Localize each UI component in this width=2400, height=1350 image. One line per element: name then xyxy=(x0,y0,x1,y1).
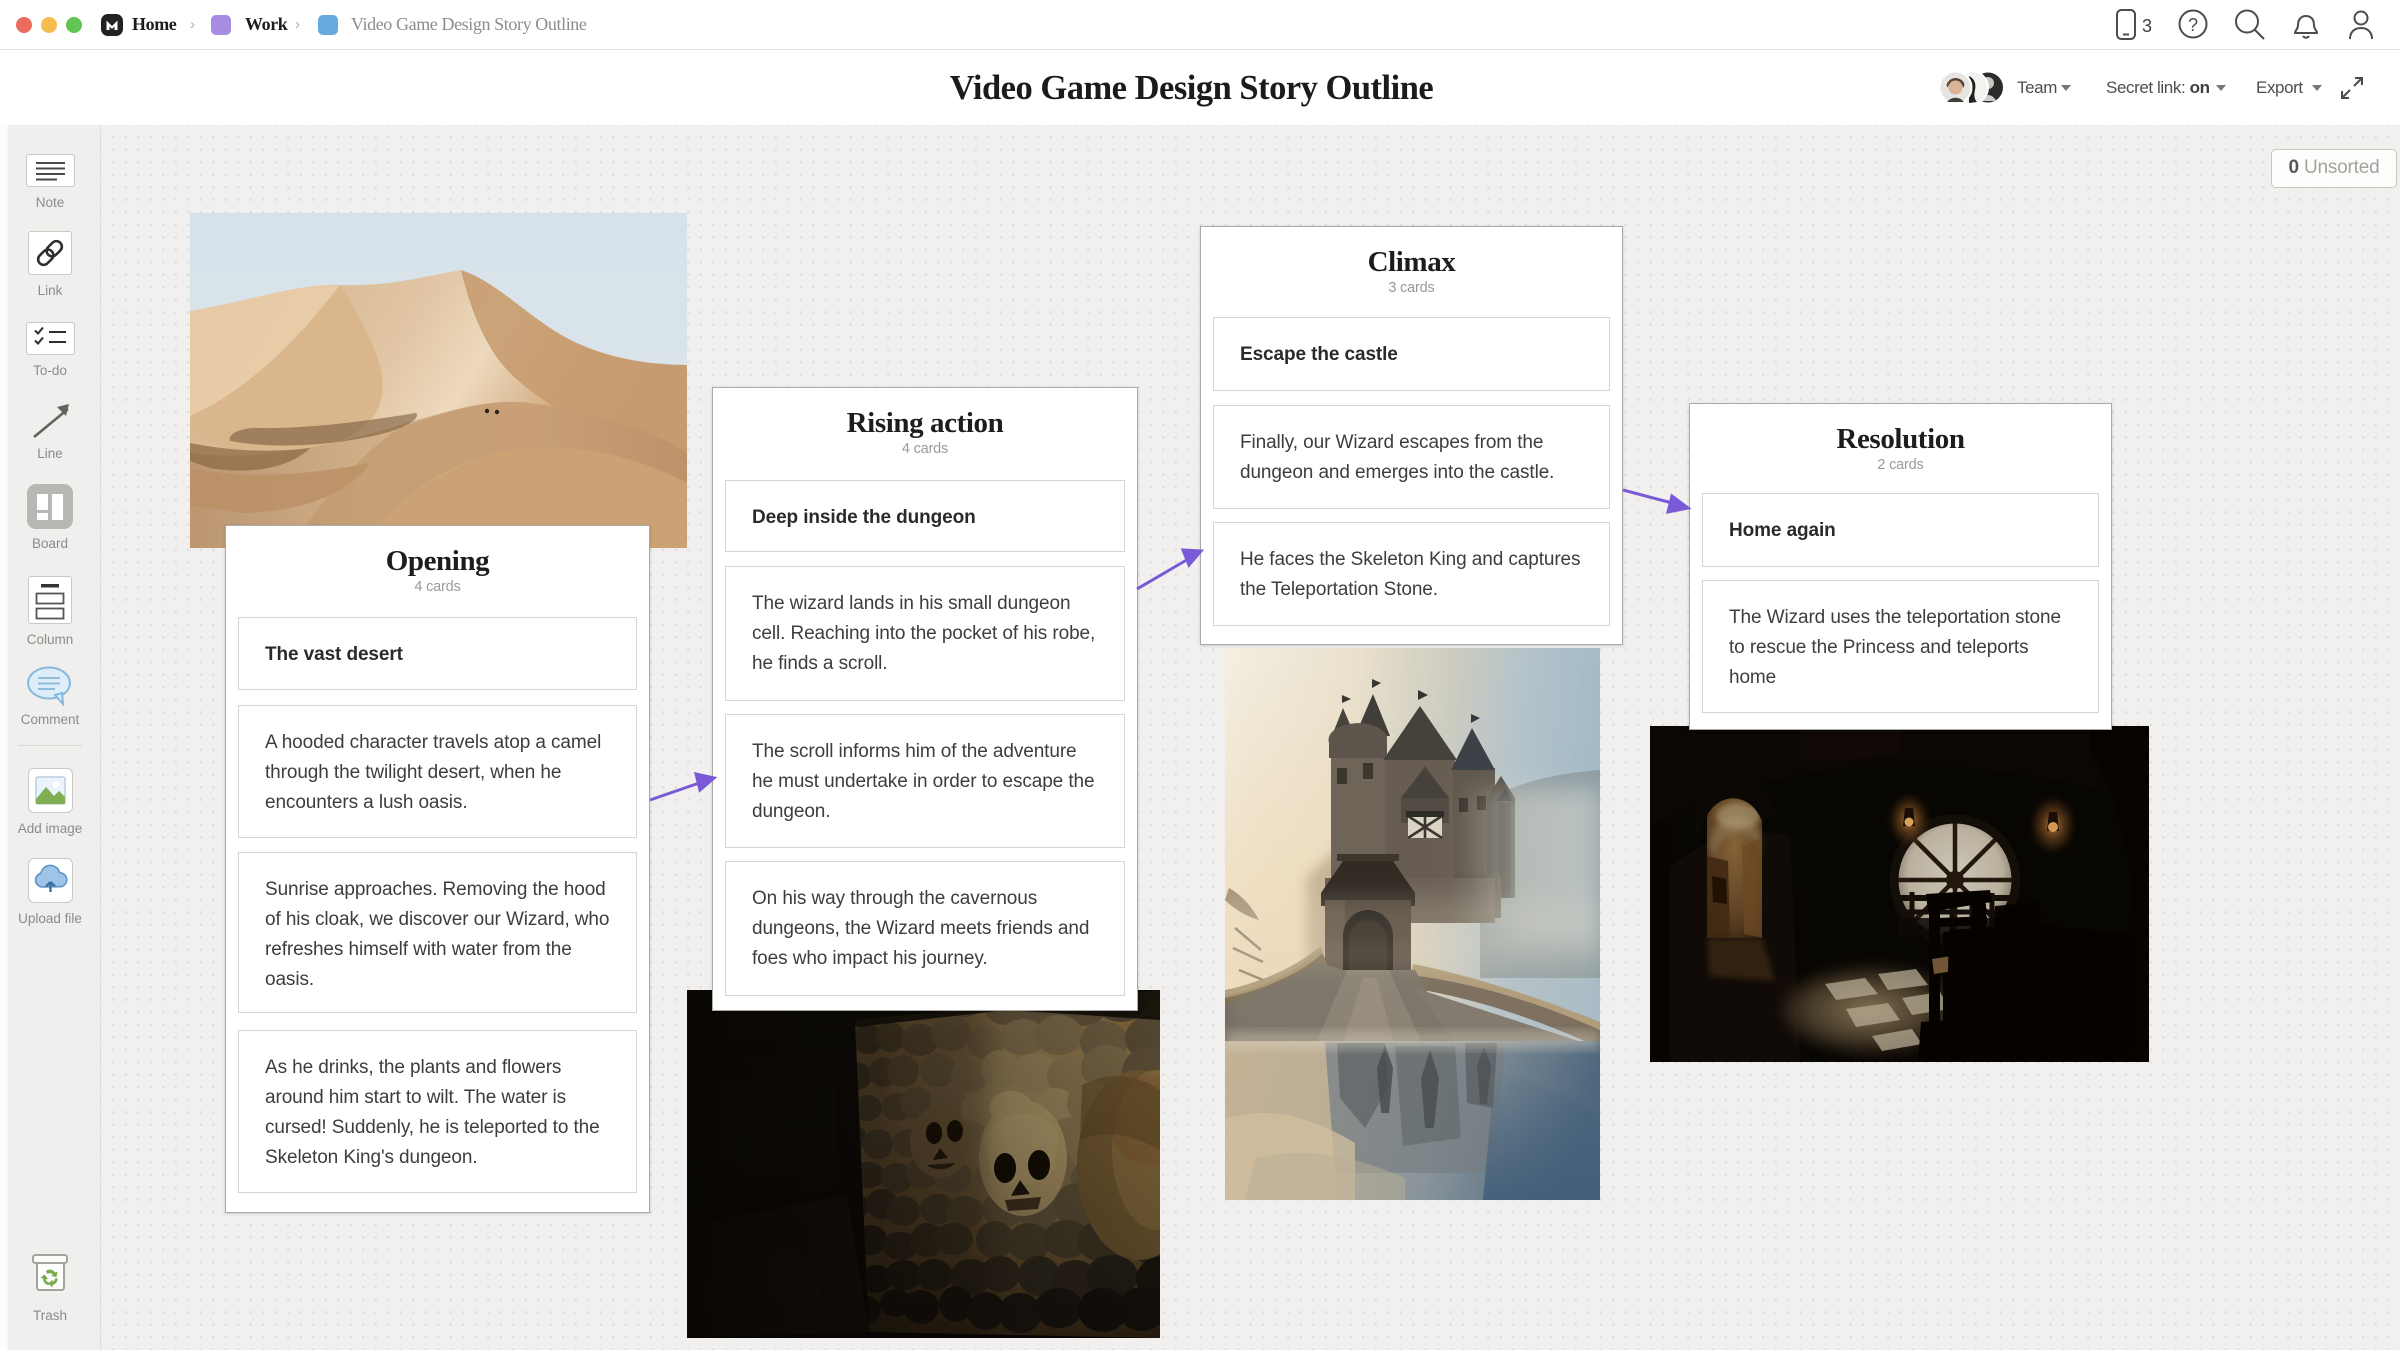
svg-text:3: 3 xyxy=(2142,16,2152,36)
svg-text:?: ? xyxy=(2188,15,2198,35)
